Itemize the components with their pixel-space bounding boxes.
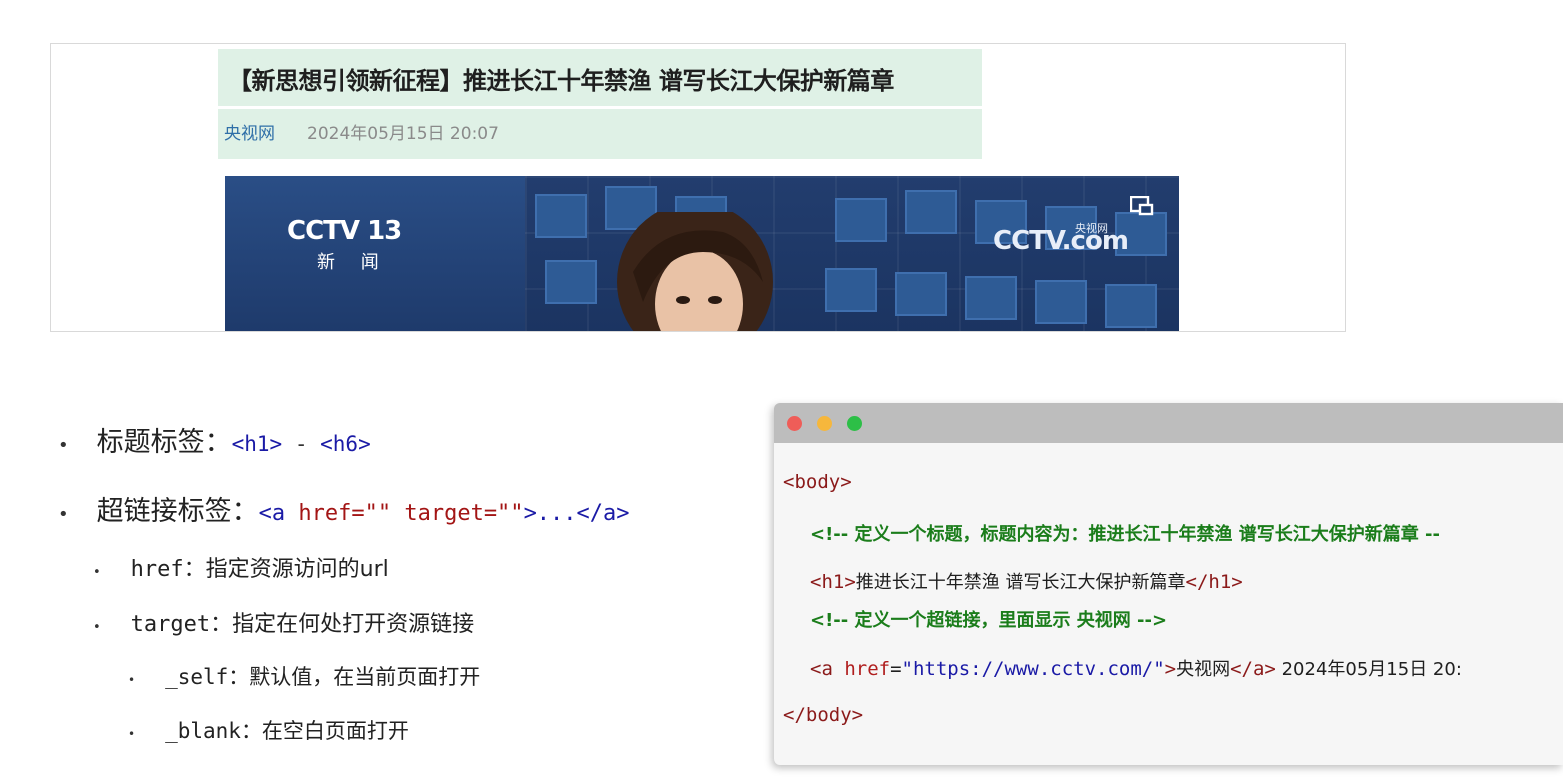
maximize-window-icon[interactable] — [847, 416, 862, 431]
news-header: 【新思想引领新征程】推进长江十年禁渔 谱写长江大保护新篇章 央视网 2024年0… — [218, 49, 982, 159]
bullet-heading-tag: • 标题标签： <h1> - <h6> — [58, 420, 371, 459]
cctv-com-subtitle: 央视网 — [1075, 222, 1108, 235]
target-name: target — [130, 612, 211, 637]
news-title: 【新思想引领新征程】推进长江十年禁渔 谱写长江大保护新篇章 — [228, 67, 894, 95]
cctv13-subtitle: 新 闻 — [317, 252, 389, 273]
channel-panel: CCTV 13 新 闻 — [225, 176, 525, 331]
target-desc: ：指定在何处打开资源链接 — [210, 612, 475, 637]
code-body-close: </body> — [783, 704, 864, 726]
bullet-dot: • — [93, 565, 101, 580]
code-a-value: "https://www.cctv.com/" — [901, 658, 1165, 680]
bullet-link-tag: • 超链接标签： <a href="" target="" >...</a> — [58, 489, 630, 528]
code-h1-text: 推进长江十年禁渔 谱写长江大保护新篇章 — [855, 572, 1186, 593]
bullet-dot: • — [128, 727, 136, 741]
publish-date: 2024年05月15日 20:07 — [307, 124, 499, 144]
bullet-blank: • _blank ：在空白页面打开 — [128, 715, 409, 745]
code-h1-close: </h1> — [1185, 571, 1243, 593]
heading-tag-close: <h6> — [320, 432, 371, 456]
news-preview: 【新思想引领新征程】推进长江十年禁渔 谱写长江大保护新篇章 央视网 2024年0… — [50, 43, 1346, 332]
news-anchor-image — [617, 212, 773, 331]
code-a-eq: = — [890, 658, 902, 680]
bullet-dot: • — [93, 620, 101, 635]
code-h1-line: <h1>推进长江十年禁渔 谱写长江大保护新篇章</h1> — [810, 568, 1243, 594]
code-a-close: </a> — [1230, 658, 1276, 680]
code-a-line: <a href="https://www.cctv.com/">央视网</a> … — [810, 655, 1462, 681]
cctv13-logo: CCTV 13 — [287, 216, 402, 246]
bullet-self: • _self ：默认值，在当前页面打开 — [128, 661, 480, 691]
blank-desc: ：在空白页面打开 — [240, 719, 409, 743]
link-tag-href: href="" — [298, 501, 405, 526]
code-body-open: <body> — [783, 471, 852, 493]
href-desc: ：指定资源访问的url — [183, 557, 389, 582]
code-a-text: 央视网 — [1176, 659, 1231, 680]
bullet-href: • href ：指定资源访问的url — [93, 551, 389, 583]
video-player[interactable]: CCTV 13 新 闻 CCTV.com 央视网 — [225, 176, 1179, 331]
code-a-open: <a — [810, 658, 845, 680]
code-h1-open: <h1> — [810, 571, 856, 593]
href-name: href — [130, 557, 184, 582]
picture-in-picture-icon[interactable] — [1130, 196, 1154, 216]
window-titlebar — [774, 403, 1563, 443]
code-comment-heading: <!-- 定义一个标题，标题内容为：推进长江十年禁渔 谱写长江大保护新篇章 -- — [810, 524, 1440, 545]
code-window: <body> <!-- 定义一个标题，标题内容为：推进长江十年禁渔 谱写长江大保… — [774, 403, 1563, 765]
heading-tag-open: <h1> — [231, 432, 283, 456]
self-name: _self — [165, 665, 229, 689]
self-desc: ：默认值，在当前页面打开 — [228, 665, 481, 689]
code-comment-link: <!-- 定义一个超链接，里面显示 央视网 --> — [810, 610, 1168, 631]
heading-tag-sep: - — [282, 432, 321, 456]
minimize-window-icon[interactable] — [817, 416, 832, 431]
source-link[interactable]: 央视网 — [224, 119, 275, 144]
code-a-after: 2024年05月15日 20: — [1275, 659, 1462, 680]
close-window-icon[interactable] — [787, 416, 802, 431]
code-a-gt: > — [1164, 658, 1177, 680]
bullet-dot: • — [58, 504, 69, 525]
link-tag-a: <a — [258, 501, 299, 526]
bullet-target: • target ：指定在何处打开资源链接 — [93, 606, 474, 638]
link-tag-label: 超链接标签： — [96, 496, 259, 527]
code-a-attr: href — [844, 658, 891, 680]
bullet-dot: • — [128, 673, 136, 687]
link-tag-target: target="" — [404, 501, 524, 526]
heading-tag-label: 标题标签： — [96, 427, 232, 458]
bullet-dot: • — [58, 435, 69, 456]
link-tag-end: >...</a> — [523, 501, 630, 526]
blank-name: _blank — [165, 719, 241, 743]
header-divider — [218, 106, 982, 109]
